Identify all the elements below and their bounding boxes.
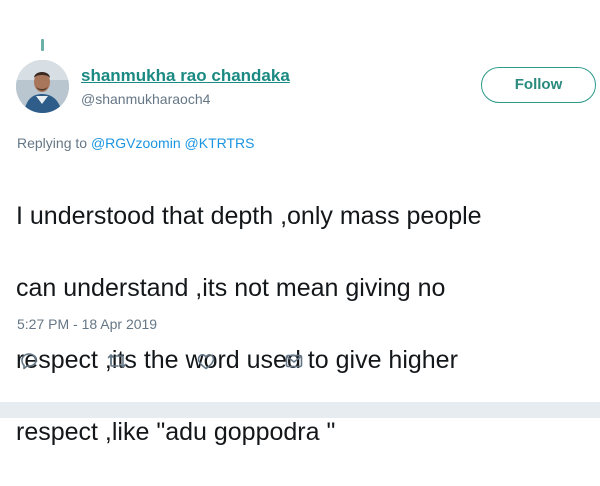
- direct-message-icon: [285, 354, 303, 368]
- tweet-text-line: I understood that depth ,only mass peopl…: [16, 202, 482, 230]
- replying-to-label: Replying to: [17, 135, 91, 151]
- profile-photo-icon: [16, 60, 69, 113]
- retweet-icon: [107, 354, 127, 368]
- reply-button[interactable]: [18, 350, 40, 372]
- tweet-text-line: respect ,its the word used to give highe…: [16, 346, 458, 374]
- tweet-timestamp[interactable]: 5:27 PM - 18 Apr 2019: [17, 316, 157, 332]
- follow-button[interactable]: Follow: [481, 67, 596, 103]
- replying-to-line: Replying to @RGVzoomin @KTRTRS: [17, 135, 254, 151]
- mention-link[interactable]: @KTRTRS: [185, 135, 255, 151]
- decorative-marker: [41, 39, 44, 51]
- reply-icon: [21, 353, 37, 370]
- avatar[interactable]: [16, 60, 69, 113]
- like-button[interactable]: [195, 350, 217, 372]
- tweet-text-line: can understand ,its not mean giving no: [16, 274, 446, 302]
- tweet-text-line: respect ,like "adu goppodra ": [16, 418, 336, 446]
- author-display-name[interactable]: shanmukha rao chandaka: [81, 66, 290, 86]
- retweet-button[interactable]: [106, 350, 128, 372]
- direct-message-button[interactable]: [283, 350, 305, 372]
- author-handle: @shanmukharaoch4: [81, 91, 211, 107]
- section-divider: [0, 402, 600, 418]
- like-icon: [197, 353, 215, 369]
- mention-link[interactable]: @RGVzoomin: [91, 135, 181, 151]
